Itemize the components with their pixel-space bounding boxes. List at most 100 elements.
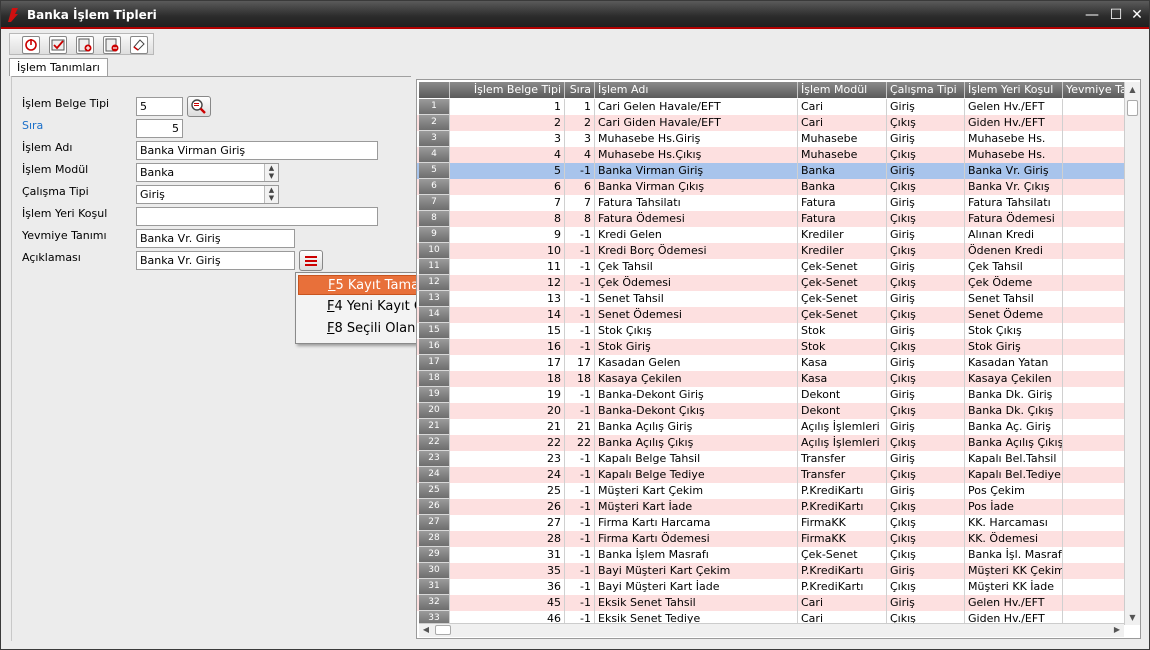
table-row[interactable]: 29 31 -1 Banka İşlem Masrafı Çek-Senet Çıkış B… <box>417 547 1124 563</box>
table-row[interactable]: 28 28 -1 Firma Kartı Ödemesi FirmaKK Çıkış KK.… <box>417 531 1124 547</box>
table-row[interactable]: 22 22 22 Banka Açılış Çıkış Açılış İşlemleri… <box>417 435 1124 451</box>
table-row[interactable]: 1 1 1 Cari Gelen Havale/EFT Cari Giriş Gelen H… <box>417 99 1124 115</box>
table-row[interactable]: 11 11 -1 Çek Tahsil Çek-Senet Giriş Çek Tahsil <box>417 259 1124 275</box>
aciklama-input[interactable]: Banka Vr. Giriş <box>136 251 295 270</box>
scroll-right-icon[interactable]: ▶ <box>1111 624 1123 636</box>
row-number[interactable]: 8 <box>419 211 450 227</box>
header-belge-tipi[interactable]: İşlem Belge Tipi <box>450 82 565 98</box>
row-number[interactable]: 17 <box>419 355 450 371</box>
maximize-button[interactable]: ☐ <box>1107 6 1125 24</box>
table-row[interactable]: 27 27 -1 Firma Kartı Harcama FirmaKK Çıkış KK.… <box>417 515 1124 531</box>
row-number[interactable]: 25 <box>419 483 450 499</box>
table-row[interactable]: 14 14 -1 Senet Ödemesi Çek-Senet Çıkış Senet Ö… <box>417 307 1124 323</box>
row-number[interactable]: 3 <box>419 131 450 147</box>
eraser-button[interactable] <box>130 36 148 54</box>
yevmiye-input[interactable]: Banka Vr. Giriş <box>136 229 295 248</box>
row-number[interactable]: 1 <box>419 99 450 115</box>
table-row[interactable]: 23 23 -1 Kapalı Belge Tahsil Transfer Giriş Ka… <box>417 451 1124 467</box>
row-number[interactable]: 32 <box>419 595 450 611</box>
power-button[interactable] <box>22 36 40 54</box>
table-row[interactable]: 9 9 -1 Kredi Gelen Krediler Giriş Alınan Kredi <box>417 227 1124 243</box>
row-number[interactable]: 12 <box>419 275 450 291</box>
minimize-button[interactable]: — <box>1083 6 1101 24</box>
table-row[interactable]: 19 19 -1 Banka-Dekont Giriş Dekont Giriş Banka… <box>417 387 1124 403</box>
row-number[interactable]: 31 <box>419 579 450 595</box>
header-calisma-tipi[interactable]: Çalışma Tipi <box>887 82 965 98</box>
islem-modul-select[interactable]: Banka ▲ ▼ <box>136 163 279 182</box>
table-row[interactable]: 13 13 -1 Senet Tahsil Çek-Senet Giriş Senet Ta… <box>417 291 1124 307</box>
row-number[interactable]: 4 <box>419 147 450 163</box>
row-number[interactable]: 22 <box>419 435 450 451</box>
approve-button[interactable] <box>49 36 67 54</box>
table-row[interactable]: 2 2 2 Cari Giden Havale/EFT Cari Çıkış Giden H… <box>417 115 1124 131</box>
scroll-thumb[interactable] <box>1127 100 1138 116</box>
table-row[interactable]: 17 17 17 Kasadan Gelen Kasa Giriş Kasadan Yata… <box>417 355 1124 371</box>
islem-yeri-input[interactable] <box>136 207 378 226</box>
row-number[interactable]: 6 <box>419 179 450 195</box>
table-row[interactable]: 16 16 -1 Stok Giriş Stok Çıkış Stok Giriş <box>417 339 1124 355</box>
row-number[interactable]: 9 <box>419 227 450 243</box>
records-grid[interactable]: İşlem Belge Tipi Sıra İşlem Adı İşlem Modül… <box>417 80 1124 625</box>
table-row[interactable]: 21 21 21 Banka Açılış Giriş Açılış İşlemleri… <box>417 419 1124 435</box>
scroll-left-icon[interactable]: ◀ <box>420 624 432 636</box>
row-number[interactable]: 16 <box>419 339 450 355</box>
horizontal-scrollbar[interactable]: ◀ ▶ <box>419 623 1124 637</box>
delete-record-button[interactable] <box>103 36 121 54</box>
hscroll-thumb[interactable] <box>435 625 451 635</box>
table-row[interactable]: 20 20 -1 Banka-Dekont Çıkış Dekont Çıkış Banka… <box>417 403 1124 419</box>
table-row[interactable]: 31 36 -1 Bayi Müşteri Kart İade P.KrediKartı… <box>417 579 1124 595</box>
row-number[interactable]: 13 <box>419 291 450 307</box>
header-yevmiye[interactable]: Yevmiye Tanım <box>1063 82 1124 98</box>
table-row[interactable]: 6 6 6 Banka Virman Çıkış Banka Çıkış Banka Vr.… <box>417 179 1124 195</box>
row-number[interactable]: 10 <box>419 243 450 259</box>
row-number[interactable]: 18 <box>419 371 450 387</box>
islem-adi-input[interactable]: Banka Virman Giriş <box>136 141 378 160</box>
header-islem-modul[interactable]: İşlem Modül <box>798 82 887 98</box>
table-row[interactable]: 15 15 -1 Stok Çıkış Stok Giriş Stok Çıkış <box>417 323 1124 339</box>
table-row[interactable]: 25 25 -1 Müşteri Kart Çekim P.KrediKartı Giri… <box>417 483 1124 499</box>
row-number[interactable]: 5 <box>419 163 450 179</box>
scroll-up-icon[interactable]: ▲ <box>1126 83 1139 96</box>
row-number[interactable]: 7 <box>419 195 450 211</box>
header-islem-yeri[interactable]: İşlem Yeri Koşul <box>965 82 1063 98</box>
table-row[interactable]: 30 35 -1 Bayi Müşteri Kart Çekim P.KrediKart… <box>417 563 1124 579</box>
belge-tipi-input[interactable]: 5 <box>136 97 183 116</box>
row-number[interactable]: 14 <box>419 307 450 323</box>
row-number[interactable]: 26 <box>419 499 450 515</box>
tab-islem-tanimlari[interactable]: İşlem Tanımları <box>9 58 108 76</box>
vertical-scrollbar[interactable]: ▲ ▼ <box>1124 82 1140 625</box>
row-number[interactable]: 2 <box>419 115 450 131</box>
table-row[interactable]: 3 3 3 Muhasebe Hs.Giriş Muhasebe Giriş Muhaseb… <box>417 131 1124 147</box>
spin-icon[interactable]: ▲ ▼ <box>264 164 278 181</box>
row-number[interactable]: 30 <box>419 563 450 579</box>
row-number[interactable]: 23 <box>419 451 450 467</box>
spin-icon[interactable]: ▲ ▼ <box>264 186 278 203</box>
table-row[interactable]: 7 7 7 Fatura Tahsilatı Fatura Giriş Fatura Tah… <box>417 195 1124 211</box>
table-row[interactable]: 26 26 -1 Müşteri Kart İade P.KrediKartı Çıkış… <box>417 499 1124 515</box>
sira-input[interactable]: 5 <box>136 119 183 138</box>
lookup-button[interactable] <box>187 96 211 117</box>
row-number[interactable]: 29 <box>419 547 450 563</box>
table-row[interactable]: 12 12 -1 Çek Ödemesi Çek-Senet Çıkış Çek Ödeme <box>417 275 1124 291</box>
row-number[interactable]: 15 <box>419 323 450 339</box>
table-row[interactable]: 18 18 18 Kasaya Çekilen Kasa Çıkış Kasaya Çeki… <box>417 371 1124 387</box>
row-number[interactable]: 27 <box>419 515 450 531</box>
scroll-down-icon[interactable]: ▼ <box>1126 611 1139 624</box>
row-number[interactable]: 19 <box>419 387 450 403</box>
calisma-tipi-select[interactable]: Giriş ▲ ▼ <box>136 185 279 204</box>
table-row[interactable]: 24 24 -1 Kapalı Belge Tediye Transfer Çıkış Ka… <box>417 467 1124 483</box>
table-row[interactable]: 32 45 -1 Eksik Senet Tahsil Cari Giriş Gelen H… <box>417 595 1124 611</box>
title-bar[interactable]: Banka İşlem Tipleri — ☐ ✕ <box>1 1 1149 29</box>
add-record-button[interactable] <box>76 36 94 54</box>
row-number[interactable]: 11 <box>419 259 450 275</box>
header-sira[interactable]: Sıra <box>565 82 595 98</box>
row-number[interactable]: 24 <box>419 467 450 483</box>
header-islem-adi[interactable]: İşlem Adı <box>595 82 798 98</box>
row-number[interactable]: 28 <box>419 531 450 547</box>
table-row[interactable]: 8 8 8 Fatura Ödemesi Fatura Çıkış Fatura Ödeme… <box>417 211 1124 227</box>
table-row[interactable]: 10 10 -1 Kredi Borç Ödemesi Krediler Çıkış Öde… <box>417 243 1124 259</box>
row-number[interactable]: 21 <box>419 419 450 435</box>
menu-button[interactable] <box>299 250 323 271</box>
row-number[interactable]: 20 <box>419 403 450 419</box>
table-row[interactable]: 4 4 4 Muhasebe Hs.Çıkış Muhasebe Çıkış Muhaseb… <box>417 147 1124 163</box>
